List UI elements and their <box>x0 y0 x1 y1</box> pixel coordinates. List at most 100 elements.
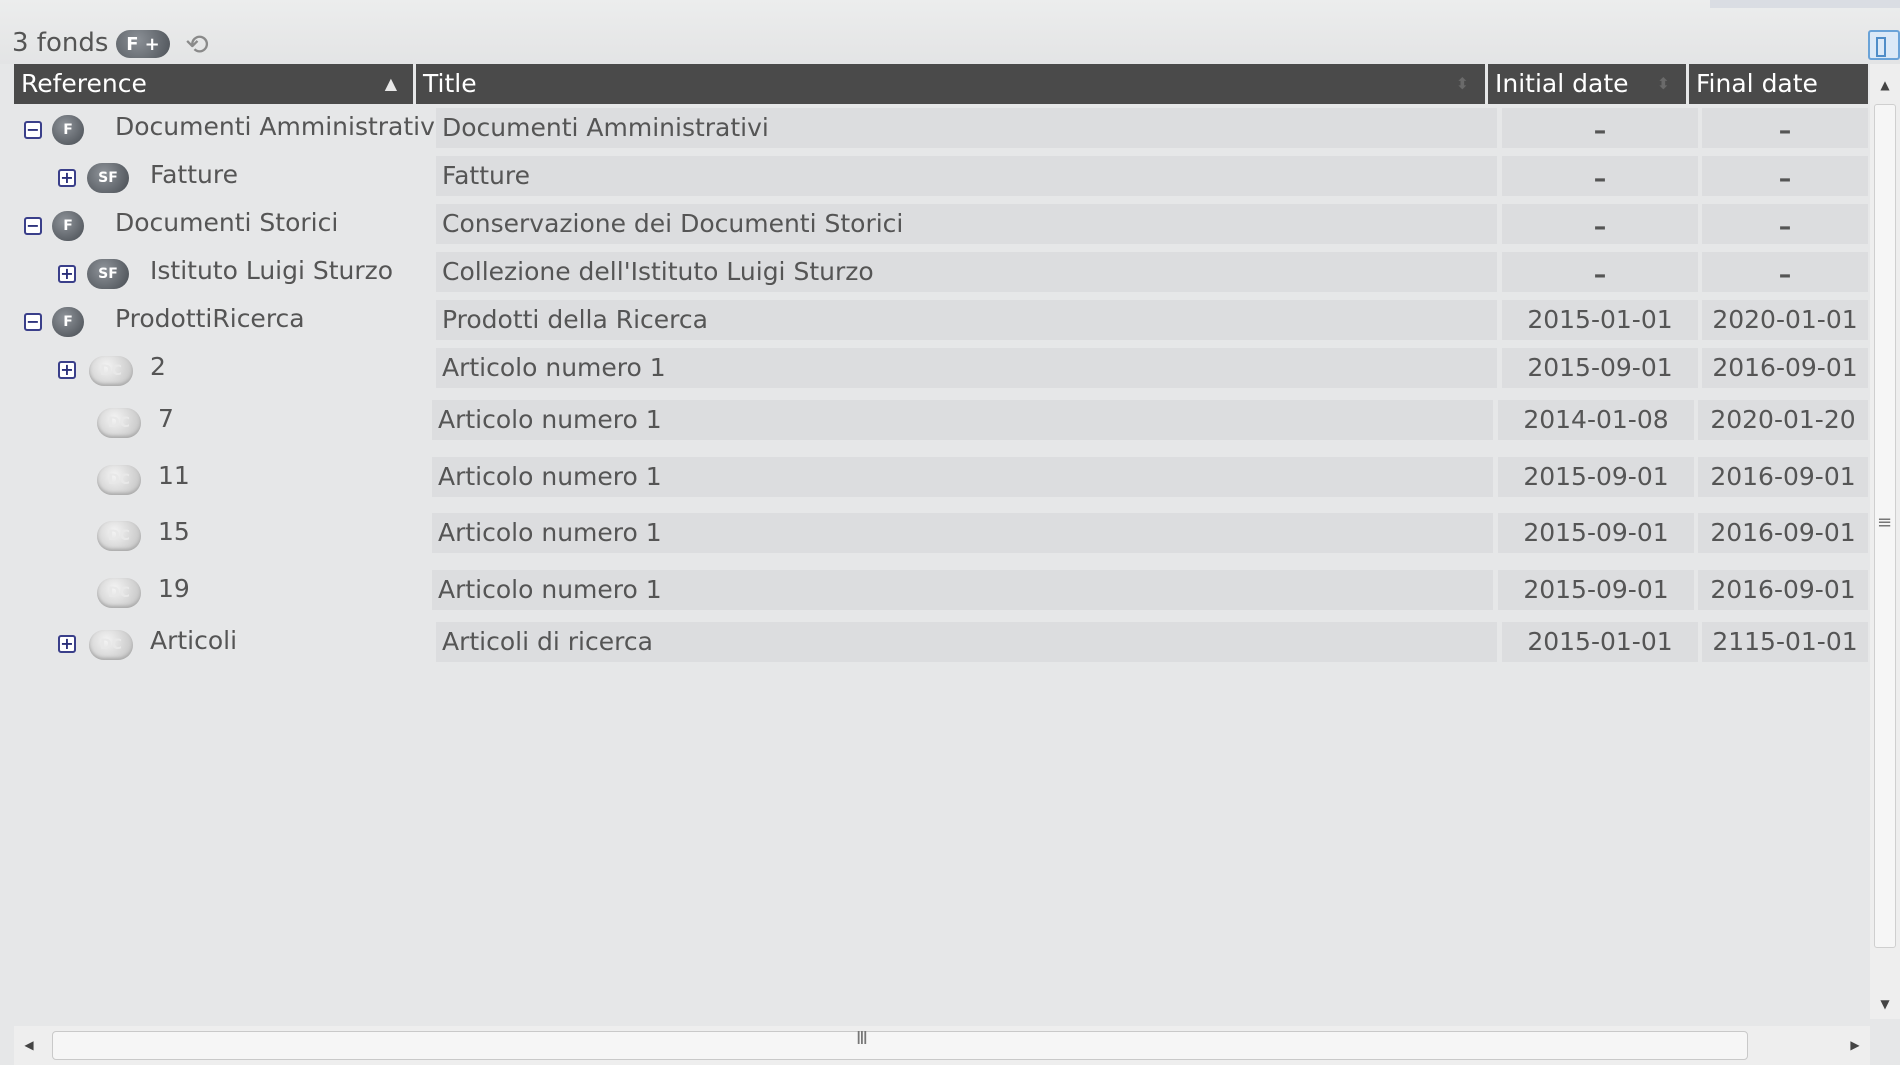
row-final-date: 2016-09-01 <box>1702 348 1868 388</box>
table-row[interactable]: + DC Articoli Articoli di ricerca 2015-0… <box>14 622 1868 666</box>
row-initial-date: 2015-01-01 <box>1502 622 1698 662</box>
row-reference: Istituto Luigi Sturzo <box>150 256 394 285</box>
row-initial-date: 2015-01-01 <box>1502 300 1698 340</box>
table-row[interactable]: DC 19 Articolo numero 1 2015-09-01 2016-… <box>14 570 1868 614</box>
row-initial-date: – <box>1502 108 1698 148</box>
scroll-up-icon[interactable]: ▲ <box>1870 70 1900 100</box>
row-title: Collezione dell'Istituto Luigi Sturzo <box>436 252 1497 292</box>
table-row[interactable]: DC 11 Articolo numero 1 2015-09-01 2016-… <box>14 457 1868 501</box>
row-title: Articolo numero 1 <box>432 570 1493 610</box>
row-reference: 15 <box>158 517 190 546</box>
subfond-icon: SF <box>87 259 129 289</box>
scroll-right-icon[interactable]: ▶ <box>1840 1026 1870 1065</box>
toolbar-accent <box>1710 0 1900 8</box>
sort-ascending-icon: ▲ <box>384 74 397 93</box>
fond-icon: F <box>52 115 84 145</box>
add-fond-button[interactable]: F + <box>116 30 170 58</box>
collapse-icon[interactable]: − <box>24 313 42 331</box>
document-collection-icon: DC <box>97 521 141 551</box>
column-header-initial-date[interactable]: Initial date ⬍ <box>1488 64 1689 104</box>
table-row[interactable]: + SF Fatture Fatture – – <box>14 156 1868 200</box>
scroll-grip-icon: ≡ <box>1877 512 1893 533</box>
expand-icon[interactable]: + <box>58 361 76 379</box>
row-final-date: 2016-09-01 <box>1698 457 1868 497</box>
document-collection-icon: DC <box>97 578 141 608</box>
row-title: Articolo numero 1 <box>436 348 1497 388</box>
row-final-date: 2016-09-01 <box>1698 570 1868 610</box>
column-header-reference[interactable]: Reference ▲ <box>14 64 416 104</box>
table-row[interactable]: DC 15 Articolo numero 1 2015-09-01 2016-… <box>14 513 1868 557</box>
column-header-label: Reference <box>21 69 147 98</box>
sort-icon: ⬍ <box>1455 74 1469 93</box>
document-collection-icon: DC <box>89 630 133 660</box>
row-final-date: 2020-01-20 <box>1698 400 1868 440</box>
row-initial-date: 2015-09-01 <box>1498 513 1694 553</box>
row-reference: 7 <box>158 404 174 433</box>
panel-toggle-icon[interactable] <box>1868 30 1900 60</box>
fond-icon-letter: F <box>126 33 139 55</box>
row-initial-date: 2014-01-08 <box>1498 400 1694 440</box>
scroll-left-icon[interactable]: ◀ <box>14 1026 44 1065</box>
row-title: Documenti Amministrativi <box>436 108 1497 148</box>
grid-toolbar: 3 fonds F + ⟲ <box>0 0 1900 64</box>
row-title: Articolo numero 1 <box>432 513 1493 553</box>
scroll-down-icon[interactable]: ▼ <box>1870 989 1900 1019</box>
row-title: Articoli di ricerca <box>436 622 1497 662</box>
table-row[interactable]: + SF Istituto Luigi Sturzo Collezione de… <box>14 252 1868 296</box>
fonds-count: 3 fonds <box>12 28 109 58</box>
horizontal-scrollbar[interactable]: ◀ III ▶ <box>14 1026 1870 1065</box>
row-title: Articolo numero 1 <box>432 457 1493 497</box>
table-row[interactable]: − F Documenti Storici Conservazione dei … <box>14 204 1868 248</box>
row-title: Conservazione dei Documenti Storici <box>436 204 1497 244</box>
column-header-title[interactable]: Title ⬍ <box>416 64 1488 104</box>
row-reference: 19 <box>158 574 190 603</box>
row-reference: Documenti Storici <box>115 208 339 237</box>
subfond-icon: SF <box>87 163 129 193</box>
plus-icon: + <box>144 33 160 55</box>
fond-icon: F <box>52 307 84 337</box>
row-final-date: – <box>1702 156 1868 196</box>
row-initial-date: 2015-09-01 <box>1498 570 1694 610</box>
row-initial-date: 2015-09-01 <box>1502 348 1698 388</box>
expand-icon[interactable]: + <box>58 265 76 283</box>
row-title: Articolo numero 1 <box>432 400 1493 440</box>
column-header-final-date[interactable]: Final date <box>1689 64 1868 104</box>
row-reference: Articoli <box>150 626 238 655</box>
document-collection-icon: DC <box>97 408 141 438</box>
row-initial-date: – <box>1502 156 1698 196</box>
column-header-label: Title <box>423 69 477 98</box>
table-row[interactable]: − F ProdottiRicerca Prodotti della Ricer… <box>14 300 1868 344</box>
document-collection-icon: DC <box>97 465 141 495</box>
horizontal-scroll-thumb[interactable] <box>52 1031 1748 1060</box>
row-reference: ProdottiRicerca <box>115 304 305 333</box>
table-row[interactable]: DC 7 Articolo numero 1 2014-01-08 2020-0… <box>14 400 1868 444</box>
row-reference: 2 <box>150 352 166 381</box>
row-reference: 11 <box>158 461 190 490</box>
table-row[interactable]: − F Documenti Amministrativi Documenti A… <box>14 108 1868 152</box>
row-final-date: – <box>1702 252 1868 292</box>
row-reference: Fatture <box>150 160 238 189</box>
collapse-icon[interactable]: − <box>24 217 42 235</box>
row-initial-date: – <box>1502 252 1698 292</box>
row-final-date: 2020-01-01 <box>1702 300 1868 340</box>
collapse-icon[interactable]: − <box>24 121 42 139</box>
row-final-date: – <box>1702 108 1868 148</box>
expand-icon[interactable]: + <box>58 169 76 187</box>
grid-header: Reference ▲ Title ⬍ Initial date ⬍ Final… <box>14 64 1868 104</box>
document-collection-icon: DC <box>89 356 133 386</box>
fond-icon: F <box>52 211 84 241</box>
row-final-date: 2016-09-01 <box>1698 513 1868 553</box>
column-header-label: Initial date <box>1495 69 1629 98</box>
scroll-grip-icon: III <box>856 1028 868 1049</box>
row-title: Fatture <box>436 156 1497 196</box>
row-reference: Documenti Amministrativi <box>115 112 442 141</box>
table-row[interactable]: + DC 2 Articolo numero 1 2015-09-01 2016… <box>14 348 1868 392</box>
row-initial-date: 2015-09-01 <box>1498 457 1694 497</box>
row-title: Prodotti della Ricerca <box>436 300 1497 340</box>
column-header-label: Final date <box>1696 69 1818 98</box>
vertical-scrollbar[interactable]: ▲ ≡ ▼ <box>1870 64 1900 1019</box>
row-final-date: – <box>1702 204 1868 244</box>
refresh-icon[interactable]: ⟲ <box>180 28 214 62</box>
row-initial-date: – <box>1502 204 1698 244</box>
expand-icon[interactable]: + <box>58 635 76 653</box>
